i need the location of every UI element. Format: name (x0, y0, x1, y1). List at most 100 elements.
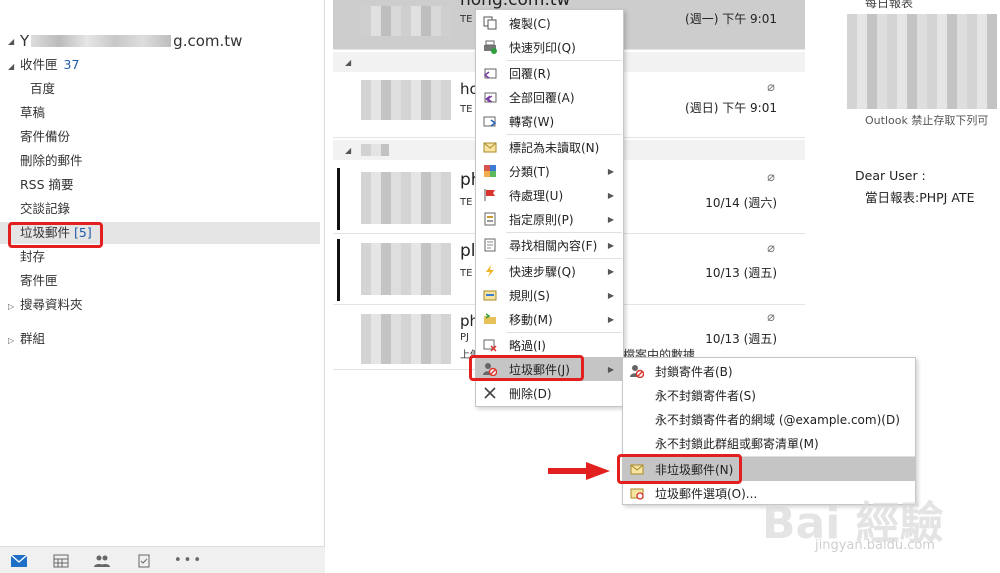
menu-rules[interactable]: 規則(S) ▶ (476, 283, 623, 307)
folder-deleted[interactable]: 刪除的郵件 (20, 150, 83, 172)
rules-icon (482, 287, 498, 303)
submenu-never-block-sender[interactable]: 永不封鎖寄件者(S) (623, 383, 915, 407)
menu-find-related[interactable]: 尋找相關內容(F) ▶ (476, 233, 623, 257)
menu-label: 轉寄(W) (509, 114, 555, 129)
menu-forward[interactable]: 轉寄(W) (476, 109, 623, 133)
folder-search[interactable]: ▷ 搜尋資料夾 (8, 294, 83, 316)
expand-icon[interactable]: ▷ (8, 330, 20, 352)
attachment-icon: ⌀ (767, 310, 775, 325)
submenu-block-sender[interactable]: 封鎖寄件者(B) (623, 359, 915, 383)
message-sender: pl (460, 241, 476, 261)
forward-icon (482, 113, 498, 129)
collapse-icon[interactable]: ◢ (345, 58, 357, 67)
menu-follow-up[interactable]: 待處理(U) ▶ (476, 183, 623, 207)
collapse-icon[interactable]: ◢ (8, 37, 20, 46)
menu-label: 快速列印(Q) (509, 40, 576, 55)
menu-move[interactable]: 移動(M) ▶ (476, 307, 623, 331)
unread-count: 37 (63, 57, 80, 72)
menu-quick-print[interactable]: 快速列印(Q) (476, 35, 623, 59)
unread-indicator (337, 239, 340, 301)
menu-label: 垃圾郵件選項(O)... (655, 486, 758, 501)
folder-sent[interactable]: 寄件備份 (20, 126, 70, 148)
menu-label: 規則(S) (509, 288, 550, 303)
redacted-account (31, 35, 172, 47)
collapse-icon[interactable]: ◢ (8, 56, 20, 78)
folder-label: 交談記錄 (20, 201, 71, 216)
reply-icon (482, 65, 498, 81)
envelope-icon (482, 139, 498, 155)
highlight-box (469, 355, 584, 381)
menu-label: 快速步驟(Q) (509, 264, 576, 279)
folder-groups[interactable]: ▷ 群組 (8, 328, 45, 350)
reading-title: 每日報表 (865, 0, 914, 10)
highlight-box (8, 222, 103, 248)
delete-icon (482, 385, 498, 401)
folder-archive[interactable]: 封存 (20, 246, 45, 268)
folder-conversation[interactable]: 交談記錄 (20, 198, 70, 220)
submenu-arrow-icon: ▶ (607, 364, 614, 374)
submenu-never-block-domain[interactable]: 永不封鎖寄件者的網域 (@example.com)(D) (623, 407, 915, 431)
menu-mark-unread[interactable]: 標記為未讀取(N) (476, 135, 623, 159)
menu-label: 複製(C) (509, 16, 551, 31)
folder-rss[interactable]: RSS 摘要 (20, 174, 74, 196)
folder-label: 搜尋資料夾 (20, 297, 83, 312)
submenu-arrow-icon: ▶ (607, 166, 614, 176)
account-name-suffix: g.com.tw (173, 32, 243, 50)
menu-label: 封鎖寄件者(B) (655, 364, 733, 379)
folder-drafts[interactable]: 草稿 (20, 102, 45, 124)
menu-label: 永不封鎖寄件者(S) (655, 388, 756, 403)
more-icon[interactable]: ••• (174, 554, 201, 568)
policy-icon (482, 211, 498, 227)
submenu-arrow-icon: ▶ (607, 240, 614, 250)
people-icon[interactable] (93, 554, 111, 568)
tasks-icon[interactable] (135, 554, 153, 568)
folder-label: 寄件備份 (20, 129, 71, 144)
folder-label: 刪除的郵件 (20, 153, 83, 168)
redacted-block (361, 80, 451, 120)
menu-label: 永不封鎖此群組或郵寄清單(M) (655, 436, 819, 451)
menu-label: 指定原則(P) (509, 212, 574, 227)
copy-icon (482, 15, 498, 31)
submenu-arrow-icon: ▶ (607, 190, 614, 200)
redacted-image (847, 14, 997, 109)
menu-assign-policy[interactable]: 指定原則(P) ▶ (476, 207, 623, 231)
menu-categorize[interactable]: 分類(T) ▶ (476, 159, 623, 183)
calendar-icon[interactable] (52, 554, 70, 568)
folder-inbox[interactable]: ◢ 收件匣 37 (8, 54, 79, 76)
menu-copy[interactable]: 複製(C) (476, 11, 623, 35)
menu-label: 回覆(R) (509, 66, 551, 81)
menu-ignore[interactable]: 略過(I) (476, 333, 623, 357)
mail-icon[interactable] (10, 554, 28, 568)
submenu-arrow-icon: ▶ (607, 314, 614, 324)
folder-pane: ◢ Y g.com.tw ◢ 收件匣 37 百度 草稿 寄件備份 刪除的郵件 RSS… (0, 0, 325, 573)
folder-label: 收件匣 (20, 57, 58, 72)
menu-label: 待處理(U) (509, 188, 564, 203)
collapse-icon[interactable]: ◢ (345, 146, 357, 155)
folder-move-icon (482, 311, 498, 327)
submenu-never-block-group[interactable]: 永不封鎖此群組或郵寄清單(M) (623, 431, 915, 455)
submenu-arrow-icon: ▶ (607, 266, 614, 276)
document-icon (482, 237, 498, 253)
menu-reply-all[interactable]: 全部回覆(A) (476, 85, 623, 109)
message-date: 10/13 (週五) (705, 266, 777, 280)
redacted-block (361, 243, 451, 295)
menu-quick-steps[interactable]: 快速步驟(Q) ▶ (476, 259, 623, 283)
watermark-url: jingyan.baidu.com (815, 538, 935, 553)
folder-label: RSS 摘要 (20, 177, 74, 192)
account-header[interactable]: ◢ Y g.com.tw (8, 32, 242, 50)
red-arrow-icon (548, 462, 610, 480)
reply-all-icon (482, 89, 498, 105)
bottom-nav: ••• (0, 546, 325, 573)
menu-reply[interactable]: 回覆(R) (476, 61, 623, 85)
ignore-icon (482, 337, 498, 353)
expand-icon[interactable]: ▷ (8, 296, 20, 318)
folder-label: 封存 (20, 249, 46, 264)
menu-label: 分類(T) (509, 164, 550, 179)
folder-outbox[interactable]: 寄件匣 (20, 270, 58, 292)
message-date: (週一) 下午 9:01 (685, 12, 777, 26)
menu-delete[interactable]: 刪除(D) (476, 381, 623, 405)
reading-greeting: Dear User : (855, 168, 926, 183)
message-subject: PJ (460, 332, 469, 343)
attachment-icon: ⌀ (767, 170, 775, 185)
folder-baidu[interactable]: 百度 (30, 78, 55, 100)
